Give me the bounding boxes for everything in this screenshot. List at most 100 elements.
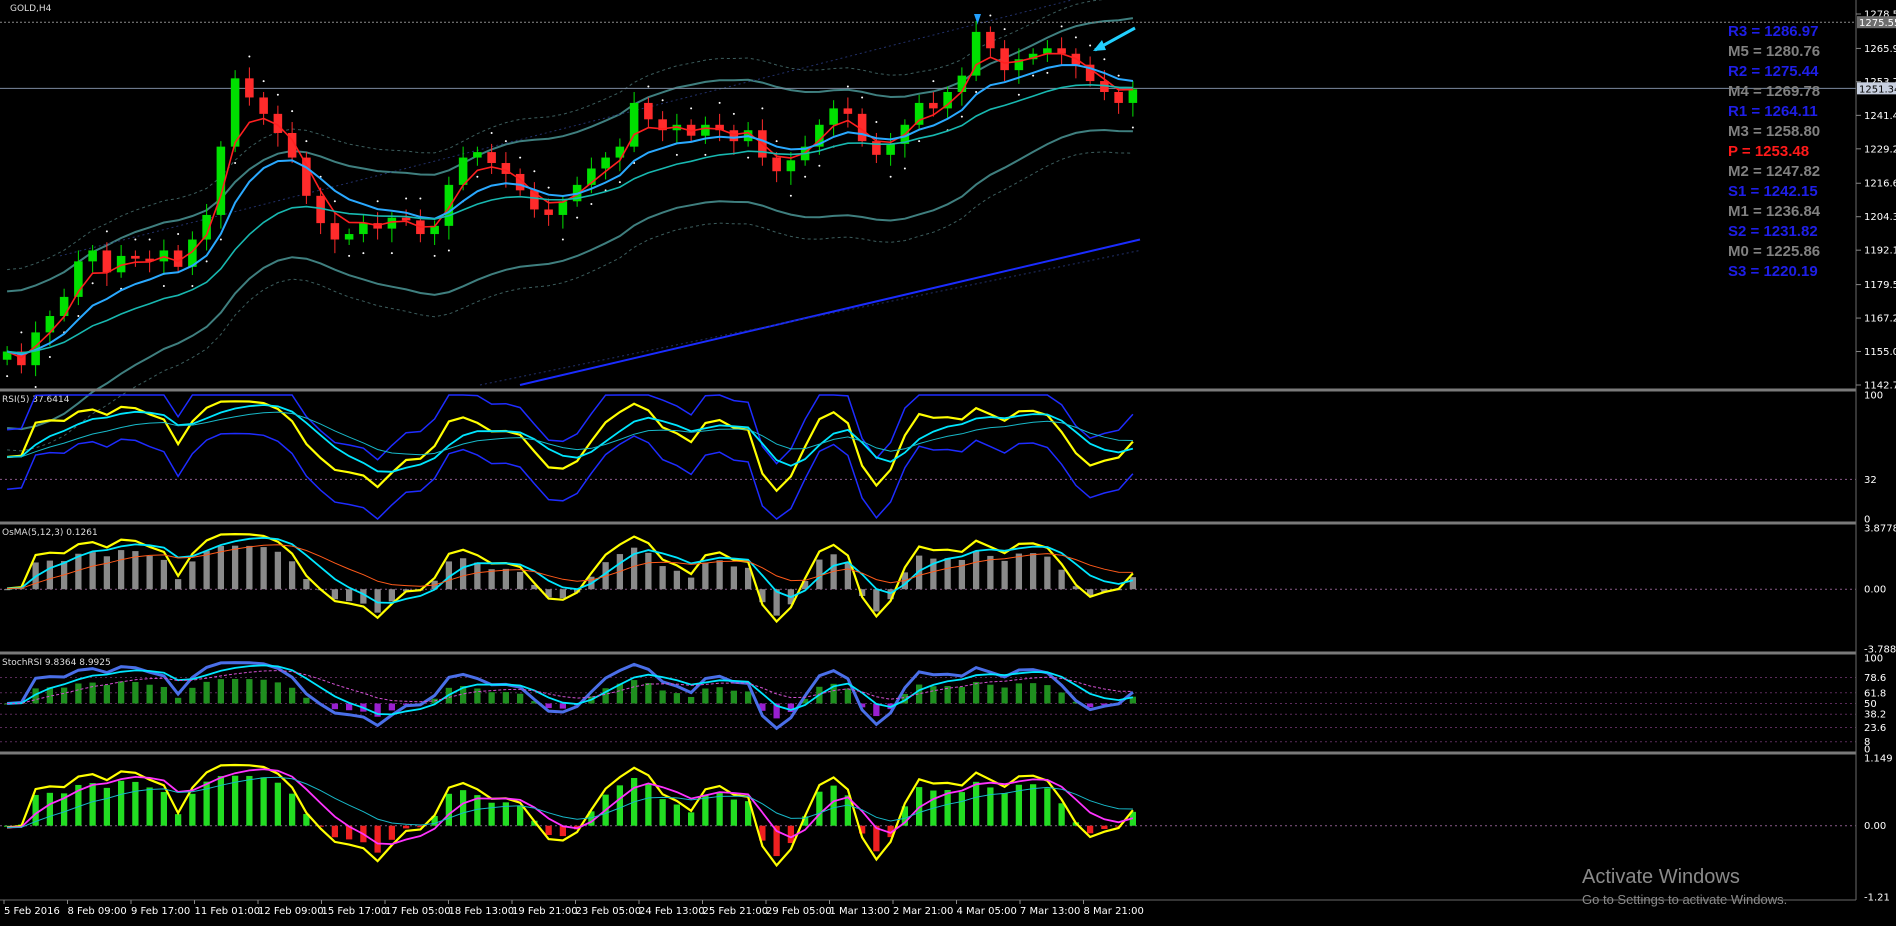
histogram-bar (274, 782, 282, 826)
time-tick-label: 2 Mar 21:00 (893, 906, 953, 917)
indicator-panel-macd[interactable] (0, 751, 1856, 868)
histogram-bar (174, 814, 182, 826)
panel-tick-label: 78.6 (1864, 673, 1886, 684)
histogram-bar (1058, 692, 1065, 704)
panel-label: StochRSI 9.8364 8.9925 (2, 658, 111, 668)
histogram-bar (702, 795, 709, 826)
histogram-bar (117, 780, 125, 826)
histogram-bar (345, 589, 353, 602)
sar-dot (590, 203, 593, 206)
histogram-bar (246, 775, 253, 826)
histogram-bar (873, 703, 880, 717)
time-tick-label: 8 Mar 21:00 (1084, 906, 1144, 917)
histogram-bar (673, 570, 681, 590)
histogram-bar (174, 697, 182, 704)
sar-dot (875, 121, 878, 124)
histogram-bar (987, 555, 994, 590)
time-tick-label: 5 Feb 2016 (4, 906, 60, 917)
histogram-bar (488, 569, 495, 590)
chart-canvas[interactable]: GOLD,H4 R3 = 1286.97 M5 = 1280.76 R2 = 127… (0, 0, 1896, 926)
time-tick-label: 23 Feb 05:00 (576, 906, 642, 917)
histogram-bar (146, 787, 153, 826)
sar-dot (219, 238, 222, 241)
histogram-bar (331, 703, 339, 710)
histogram-bar (117, 550, 125, 590)
sar-dot (77, 315, 80, 318)
sar-dot (362, 252, 365, 255)
histogram-bar (103, 556, 111, 590)
candle-body (986, 31, 995, 49)
pivot-level-label: P = 1253.48 (1728, 143, 1809, 160)
candle-body (829, 108, 838, 125)
histogram-bar (944, 558, 951, 590)
histogram-bar (303, 579, 310, 590)
candle-body (558, 201, 568, 215)
histogram-bar (374, 825, 381, 853)
sar-dot (105, 230, 108, 233)
sar-dot (490, 131, 493, 134)
panel-tick-label: 3.8778 (1864, 524, 1896, 535)
histogram-bar (160, 686, 168, 704)
sar-dot (903, 167, 906, 170)
histogram-bar (146, 684, 153, 704)
sar-dot (690, 107, 693, 110)
pivot-level-label: S3 = 1220.19 (1728, 263, 1818, 280)
histogram-bar (474, 562, 481, 590)
histogram-bar (673, 693, 681, 704)
indicator-panel-osma[interactable]: OsMA(5,12,3) 0.1261 (0, 521, 1856, 624)
histogram-bar (132, 781, 139, 826)
sar-dot (647, 85, 650, 88)
sar-dot (1131, 126, 1134, 129)
sar-dot (191, 284, 194, 287)
time-tick-label: 24 Feb 13:00 (639, 906, 705, 917)
histogram-bar (716, 560, 723, 590)
candle-body (259, 97, 268, 114)
histogram-bar (89, 682, 96, 704)
candle-body (102, 250, 112, 273)
price-tick-label: 1179.50 (1864, 280, 1896, 291)
sar-dot (262, 80, 265, 83)
histogram-bar (288, 687, 296, 704)
price-tick-label: 1192.10 (1864, 246, 1896, 257)
sar-dot (34, 386, 37, 389)
pivot-level-label: S1 = 1242.15 (1728, 183, 1818, 200)
panel-tick-label: 0.00 (1864, 821, 1886, 832)
candle-body (1000, 48, 1009, 71)
histogram-bar (716, 687, 723, 704)
pivot-level-label: R1 = 1264.11 (1728, 103, 1818, 120)
histogram-bar (687, 696, 695, 704)
histogram-bar (545, 825, 552, 836)
sar-dot (390, 252, 393, 255)
histogram-bar (246, 545, 253, 590)
main-price-panel[interactable]: GOLD,H4 R3 = 1286.97 M5 = 1280.76 R2 = 127… (0, 0, 1856, 452)
sar-dot (433, 254, 436, 257)
histogram-bar (616, 785, 624, 826)
histogram-bar (516, 805, 524, 826)
time-tick-label: 1 Mar 13:00 (830, 906, 890, 917)
indicator-panel-rsi[interactable]: RSI(5) 37.6414 (0, 388, 1856, 521)
candle-body (601, 157, 610, 169)
histogram-bar (246, 679, 253, 704)
time-tick-label: 19 Feb 21:00 (512, 906, 578, 917)
histogram-bar (445, 793, 453, 826)
histogram-bar (730, 566, 738, 590)
pivot-level-label: S2 = 1231.82 (1728, 223, 1818, 240)
histogram-bar (659, 690, 666, 704)
histogram-bar (972, 781, 980, 826)
candle-body (458, 157, 468, 185)
sar-dot (447, 249, 450, 252)
candle-body (230, 78, 240, 147)
histogram-bar (388, 589, 396, 602)
histogram-bar (146, 555, 153, 590)
histogram-bar (203, 681, 210, 704)
histogram-bar (288, 793, 296, 826)
candle-body (701, 124, 710, 136)
candle-body (473, 152, 482, 158)
price-axis: 1278.551265.951253.771241.451229.201216.… (1856, 10, 1896, 904)
histogram-bar (1001, 793, 1008, 826)
histogram-bar (958, 687, 966, 704)
watermark-title: Activate Windows (1582, 866, 1740, 888)
histogram-bar (331, 589, 339, 600)
indicator-panel-stoch[interactable]: StochRSI 9.8364 8.9925 (0, 651, 1856, 743)
histogram-bar (203, 550, 210, 590)
